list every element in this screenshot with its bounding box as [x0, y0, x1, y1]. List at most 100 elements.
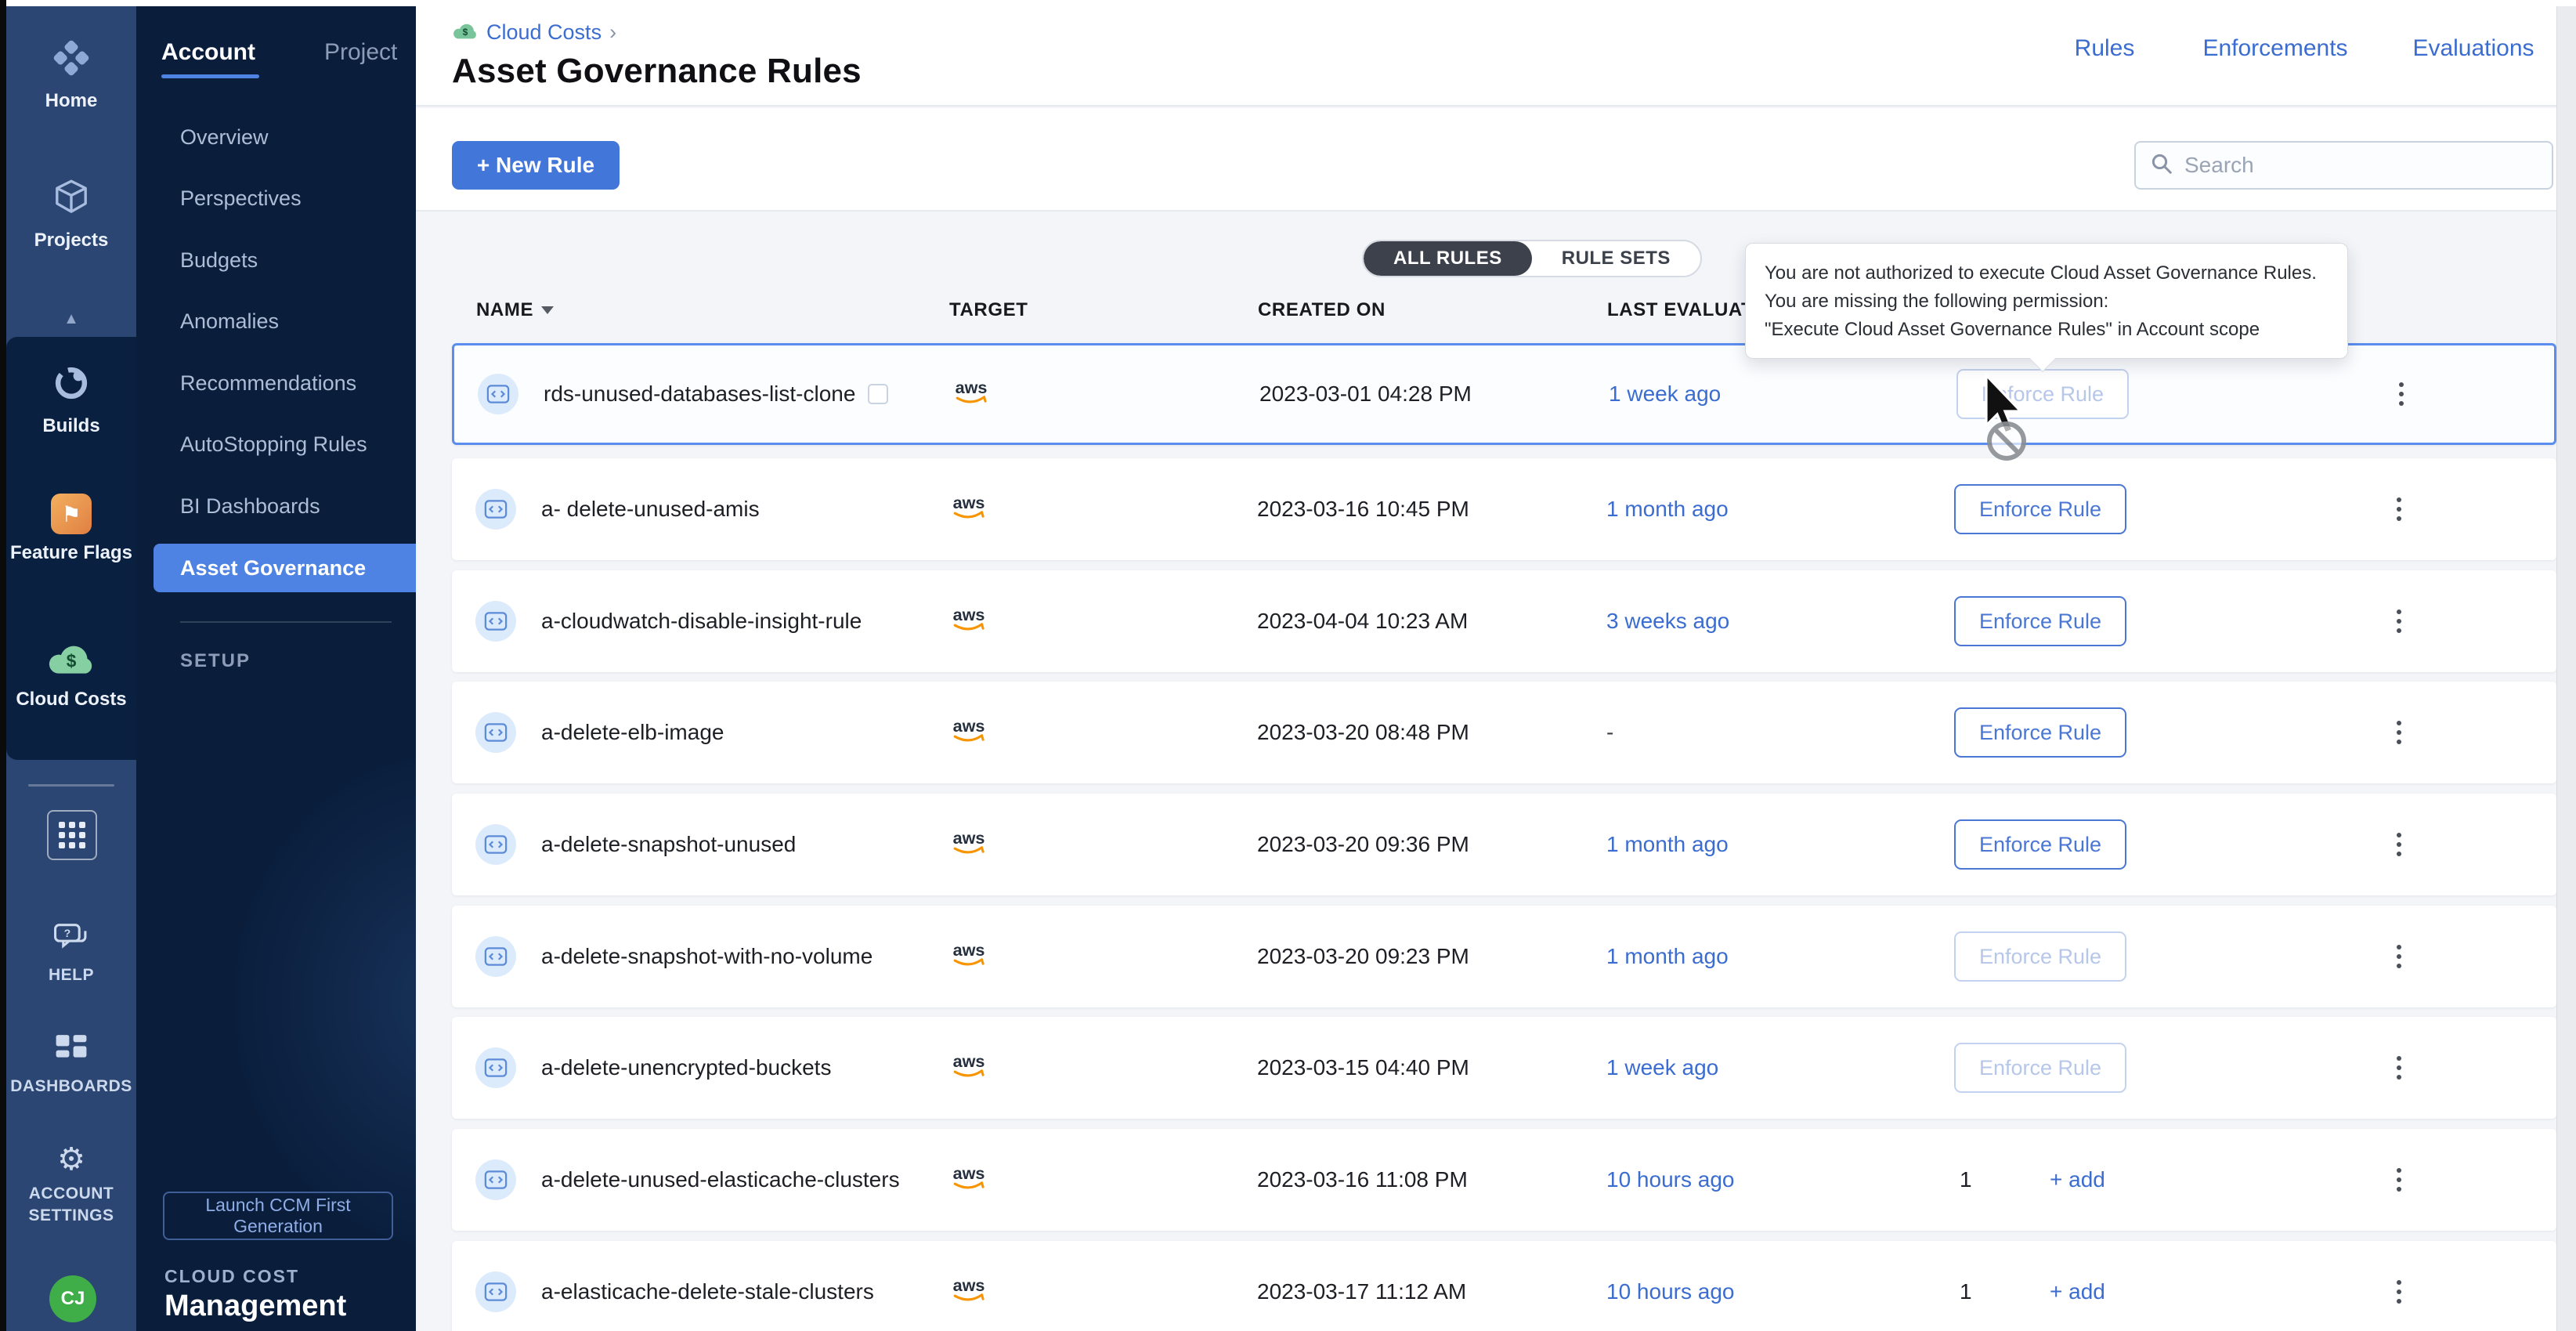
search-icon	[2150, 152, 2173, 179]
rail-label-dashboards: DASHBOARDS	[10, 1076, 132, 1098]
rule-icon	[475, 1047, 516, 1088]
cube-icon	[51, 177, 92, 222]
apps-grid-icon	[59, 822, 85, 848]
enforce-rule-button[interactable]: Enforce Rule	[1954, 819, 2126, 870]
row-menu-icon[interactable]	[2397, 954, 2401, 959]
svg-text:$: $	[67, 651, 77, 671]
copy-icon[interactable]	[868, 384, 888, 404]
rule-icon	[475, 824, 516, 865]
created-on-value: 2023-03-16 11:08 PM	[1257, 1167, 1468, 1192]
sidebar-item-perspectives[interactable]: Perspectives	[180, 186, 302, 211]
rule-name[interactable]: a-delete-unencrypted-buckets	[541, 1055, 831, 1080]
rule-name[interactable]: a-delete-unused-elasticache-clusters	[541, 1167, 900, 1192]
aws-logo-icon: aws	[949, 377, 993, 412]
nav-link-evaluations[interactable]: Evaluations	[2412, 35, 2534, 62]
rule-name[interactable]: a-cloudwatch-disable-insight-rule	[541, 609, 862, 634]
created-on-value: 2023-03-01 04:28 PM	[1259, 382, 1472, 407]
search-input[interactable]	[2184, 153, 2538, 178]
sidebar-item-overview[interactable]: Overview	[180, 125, 269, 150]
add-enforcement-link[interactable]: + add	[2050, 1167, 2105, 1192]
rail-item-account-settings[interactable]: ⚙ ACCOUNT SETTINGS	[6, 1144, 136, 1227]
tab-account-scope[interactable]: Account	[161, 39, 255, 66]
frame-left-strip	[0, 0, 6, 1331]
column-header-target: TARGET	[949, 299, 1028, 321]
apps-grid-button[interactable]	[47, 810, 97, 860]
enforce-rule-button[interactable]: Enforce Rule	[1954, 484, 2126, 534]
rule-name[interactable]: a-delete-elb-image	[541, 720, 724, 745]
last-evaluation-value: -	[1606, 720, 1613, 745]
breadcrumb-link-cloud-costs[interactable]: Cloud Costs	[486, 20, 602, 45]
rail-item-builds[interactable]: Builds	[6, 363, 136, 437]
nav-link-enforcements[interactable]: Enforcements	[2202, 35, 2347, 62]
row-menu-icon[interactable]	[2397, 1177, 2401, 1182]
sidebar-item-asset-governance[interactable]: Asset Governance	[154, 544, 416, 592]
user-avatar[interactable]: CJ	[49, 1275, 96, 1322]
rule-name[interactable]: a-delete-snapshot-unused	[541, 832, 796, 857]
table-row[interactable]: a-delete-elb-image aws 2023-03-20 08:48 …	[452, 682, 2556, 783]
launch-line2: Generation	[233, 1216, 323, 1237]
last-evaluation-link[interactable]: 10 hours ago	[1606, 1167, 1734, 1192]
last-evaluation-link[interactable]: 10 hours ago	[1606, 1279, 1734, 1304]
sidebar-item-recommendations[interactable]: Recommendations	[180, 371, 356, 396]
rail-item-feature-flags[interactable]: ⚑ Feature Flags	[6, 494, 136, 564]
nav-link-rules[interactable]: Rules	[2075, 35, 2135, 62]
rule-name[interactable]: rds-unused-databases-list-clone	[544, 382, 888, 407]
table-row[interactable]: a-cloudwatch-disable-insight-rule aws 20…	[452, 570, 2556, 672]
table-row[interactable]: a-delete-unused-elasticache-clusters aws…	[452, 1129, 2556, 1231]
tab-project-scope[interactable]: Project	[324, 39, 397, 66]
enforce-rule-button[interactable]: Enforce Rule	[1954, 1043, 2126, 1093]
row-menu-icon[interactable]	[2399, 392, 2404, 396]
sidebar-item-bi-dashboards[interactable]: BI Dashboards	[180, 494, 320, 519]
table-row[interactable]: a-delete-unencrypted-buckets aws 2023-03…	[452, 1017, 2556, 1119]
new-rule-button[interactable]: + New Rule	[452, 141, 620, 190]
created-on-value: 2023-03-16 10:45 PM	[1257, 497, 1469, 522]
enforcement-count: 1	[1960, 1279, 1972, 1304]
module-rail: Home Projects ▲ Builds ⚑ Feature Flags $…	[6, 6, 136, 1331]
svg-text:aws: aws	[953, 493, 985, 512]
sidebar-item-anomalies[interactable]: Anomalies	[180, 309, 279, 334]
rule-name[interactable]: a-delete-snapshot-with-no-volume	[541, 944, 873, 969]
launch-ccm-first-gen-button[interactable]: Launch CCM First Generation	[163, 1192, 393, 1240]
column-header-name[interactable]: NAME	[476, 299, 554, 321]
row-menu-icon[interactable]	[2397, 1289, 2401, 1294]
last-evaluation-link[interactable]: 1 week ago	[1609, 382, 1721, 407]
table-row[interactable]: a-delete-snapshot-unused aws 2023-03-20 …	[452, 794, 2556, 895]
aws-logo-icon: aws	[947, 604, 991, 639]
created-on-value: 2023-03-17 11:12 AM	[1257, 1279, 1466, 1304]
last-evaluation-link[interactable]: 1 month ago	[1606, 944, 1729, 969]
rail-item-help[interactable]: ? HELP	[6, 921, 136, 986]
rail-item-projects[interactable]: Projects	[6, 177, 136, 251]
rule-name[interactable]: a-elasticache-delete-stale-clusters	[541, 1279, 874, 1304]
row-menu-icon[interactable]	[2397, 1065, 2401, 1070]
last-evaluation-link[interactable]: 3 weeks ago	[1606, 609, 1729, 634]
enforce-rule-button[interactable]: Enforce Rule	[1954, 707, 2126, 758]
last-evaluation-link[interactable]: 1 week ago	[1606, 1055, 1718, 1080]
aws-logo-icon: aws	[947, 715, 991, 750]
table-row[interactable]: a- delete-unused-amis aws 2023-03-16 10:…	[452, 458, 2556, 560]
rail-item-home[interactable]: Home	[6, 38, 136, 112]
svg-text:aws: aws	[953, 605, 985, 624]
row-menu-icon[interactable]	[2397, 842, 2401, 847]
rail-item-cloud-costs[interactable]: $ Cloud Costs	[6, 641, 136, 711]
collapse-up-icon[interactable]: ▲	[6, 310, 136, 328]
row-menu-icon[interactable]	[2397, 619, 2401, 624]
last-evaluation-link[interactable]: 1 month ago	[1606, 497, 1729, 522]
enforce-rule-button[interactable]: Enforce Rule	[1954, 596, 2126, 646]
last-evaluation-link[interactable]: 1 month ago	[1606, 832, 1729, 857]
sidebar-item-budgets[interactable]: Budgets	[180, 248, 258, 273]
search-box[interactable]	[2134, 141, 2553, 190]
row-menu-icon[interactable]	[2397, 507, 2401, 512]
rail-item-dashboards[interactable]: DASHBOARDS	[6, 1033, 136, 1098]
tab-all-rules[interactable]: ALL RULES	[1364, 241, 1532, 276]
tab-rule-sets[interactable]: RULE SETS	[1532, 241, 1700, 276]
sidebar-setup-section[interactable]: SETUP	[180, 650, 251, 672]
enforce-rule-button[interactable]: Enforce Rule	[1954, 931, 2126, 982]
table-row[interactable]: a-elasticache-delete-stale-clusters aws …	[452, 1241, 2556, 1331]
sidebar-item-autostopping-rules[interactable]: AutoStopping Rules	[180, 432, 367, 457]
add-enforcement-link[interactable]: + add	[2050, 1279, 2105, 1304]
table-row[interactable]: a-delete-snapshot-with-no-volume aws 202…	[452, 906, 2556, 1007]
row-menu-icon[interactable]	[2397, 730, 2401, 735]
svg-text:aws: aws	[953, 828, 985, 848]
svg-text:aws: aws	[953, 1051, 985, 1071]
rule-name[interactable]: a- delete-unused-amis	[541, 497, 760, 522]
